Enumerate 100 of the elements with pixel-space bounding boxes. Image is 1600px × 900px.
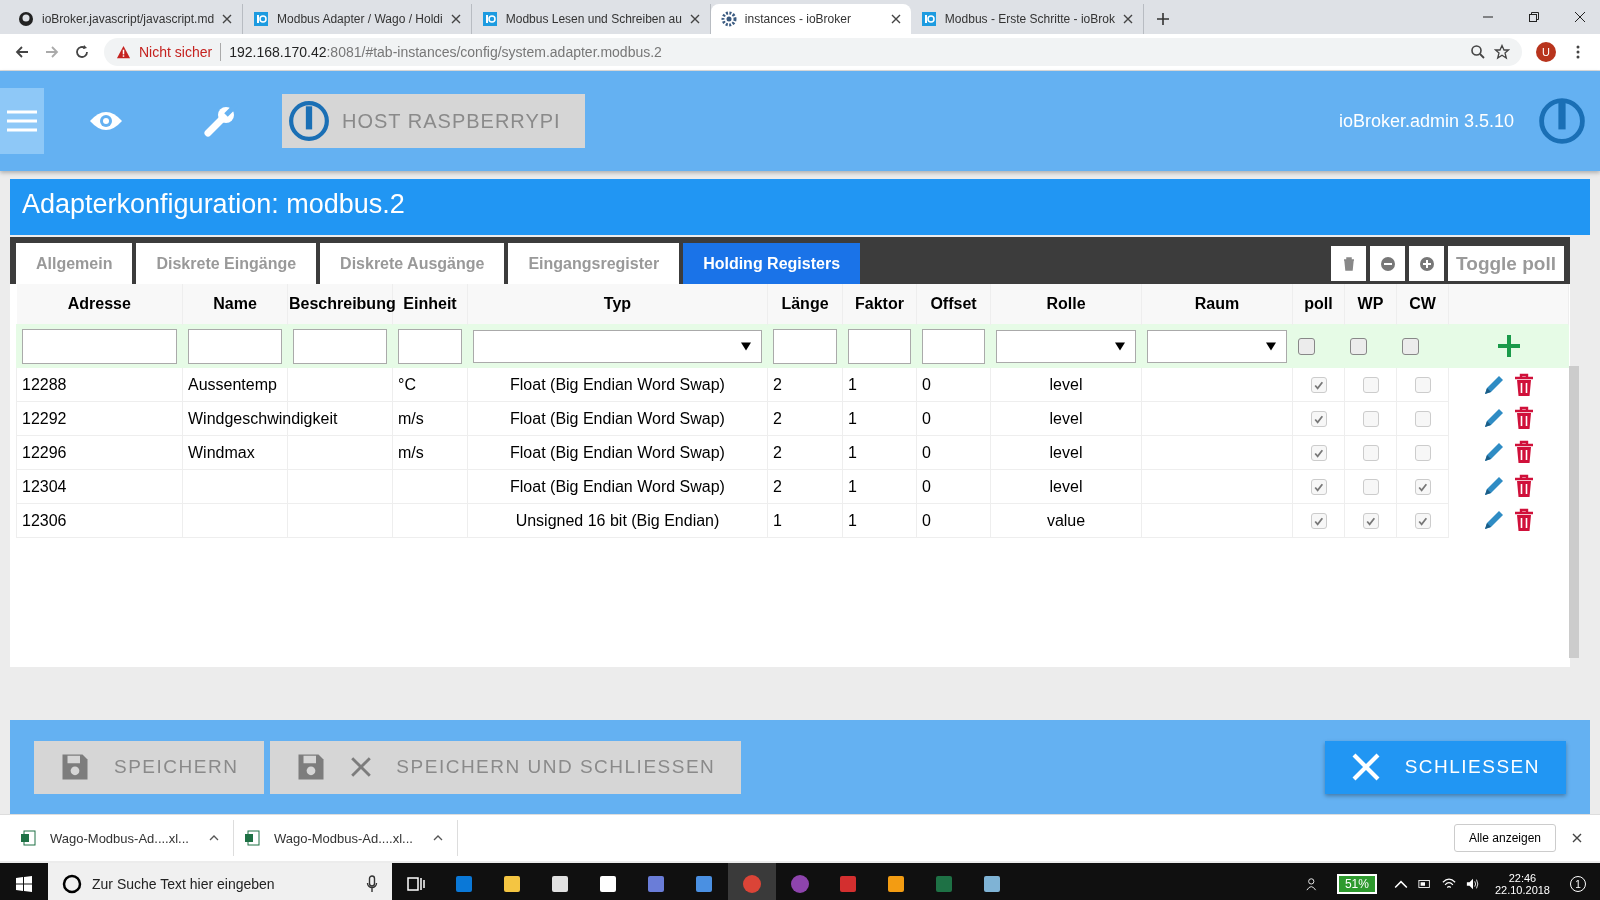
zoom-icon[interactable] xyxy=(1470,44,1486,60)
table-cell: 12292 xyxy=(22,409,67,427)
table-cell: Unsigned 16 bit (Big Endian) xyxy=(515,511,720,529)
checkbox[interactable] xyxy=(1310,513,1327,530)
table-cell: °C xyxy=(398,375,416,393)
task-view-icon[interactable] xyxy=(406,874,426,894)
column-header: Beschreibung xyxy=(287,284,393,325)
close-icon[interactable] xyxy=(890,14,901,24)
add-icon[interactable] xyxy=(1496,334,1521,358)
table-cell: Aussentemp xyxy=(188,375,277,393)
download-item[interactable]: Wago-Modbus-Ad....xl... xyxy=(10,820,234,856)
io-logo-icon xyxy=(288,100,330,142)
io-logo-icon xyxy=(1538,97,1586,145)
checkbox[interactable] xyxy=(1414,479,1431,496)
dropdown-arrow-icon xyxy=(1266,341,1276,351)
restore-icon[interactable] xyxy=(1528,11,1540,23)
checkbox[interactable] xyxy=(1414,377,1431,394)
table-cell: Float (Big Endian Word Swap) xyxy=(510,443,725,461)
tab-title: Modbus Lesen und Schreiben au xyxy=(505,12,682,26)
minus-button[interactable] xyxy=(1370,246,1406,281)
reload-icon[interactable] xyxy=(74,44,90,60)
check-icon xyxy=(1313,413,1324,425)
table-cell: level xyxy=(1049,409,1083,427)
close-icon[interactable] xyxy=(689,14,700,24)
dropdown-arrow-icon xyxy=(741,341,751,351)
table-cell: 0 xyxy=(922,477,931,495)
checkbox[interactable] xyxy=(1362,445,1379,462)
caret-icon xyxy=(432,835,443,841)
browser-tab[interactable]: instances - ioBroker xyxy=(710,4,911,34)
back-icon[interactable] xyxy=(14,44,30,60)
checkbox[interactable] xyxy=(1362,479,1379,496)
filter-checkbox[interactable] xyxy=(1350,338,1367,356)
table-cell: 2 xyxy=(773,375,782,393)
show-all-button[interactable]: Alle anzeigen xyxy=(1453,824,1556,852)
tab-title: ioBroker.javascript/javascript.md xyxy=(42,12,215,26)
check-icon xyxy=(1417,481,1428,493)
column-header: Faktor xyxy=(842,284,917,325)
column-header: Name xyxy=(182,284,288,325)
spreadsheet-icon xyxy=(20,830,36,846)
check-icon xyxy=(1313,379,1324,391)
warning-icon xyxy=(116,44,131,60)
wifi-icon[interactable] xyxy=(1441,877,1456,891)
table-cell: value xyxy=(1046,511,1086,529)
star-icon[interactable] xyxy=(1494,44,1510,60)
speaker-icon[interactable] xyxy=(1465,877,1480,891)
checkbox[interactable] xyxy=(1310,479,1327,496)
profile-avatar[interactable]: U xyxy=(1536,42,1556,62)
close-icon[interactable] xyxy=(1572,833,1582,843)
tab-title: Modbus Adapter / Wago / Holdi xyxy=(277,12,443,26)
close-button[interactable]: SCHLIESSEN xyxy=(1324,740,1566,794)
floppy-icon xyxy=(60,752,90,782)
delete-all-button[interactable] xyxy=(1331,246,1367,281)
filter-field[interactable] xyxy=(293,328,387,364)
column-header: Raum xyxy=(1141,284,1293,325)
tab-title: instances - ioBroker xyxy=(744,12,852,26)
filter-field[interactable] xyxy=(773,328,837,364)
search-field[interactable]: Zur Suche Text hier eingeben xyxy=(90,875,358,893)
close-icon[interactable] xyxy=(222,14,233,24)
close-icon[interactable] xyxy=(1122,14,1133,24)
plus-button[interactable] xyxy=(1409,246,1445,281)
checkbox[interactable] xyxy=(1310,377,1327,394)
column-header: Offset xyxy=(916,284,991,325)
checkbox[interactable] xyxy=(1414,411,1431,428)
search-bar[interactable]: Zur Suche Text hier eingeben xyxy=(48,863,392,900)
filter-field[interactable] xyxy=(848,328,911,364)
new-tab-icon[interactable] xyxy=(1155,12,1170,26)
checkbox[interactable] xyxy=(1362,411,1379,428)
table-cell: Windgeschwindigkeit xyxy=(188,409,338,427)
io-logo-icon xyxy=(920,11,937,27)
checkbox[interactable] xyxy=(1310,411,1327,428)
filter-field[interactable] xyxy=(188,328,282,364)
address-field[interactable]: Nicht sicher 192.168.170.42:8081/#tab-instances/config/system.adapter.modbus.2 xyxy=(104,38,1522,66)
close-icon[interactable] xyxy=(1574,11,1586,23)
minus-circle-icon xyxy=(1379,255,1396,272)
filter-field[interactable] xyxy=(22,328,177,364)
filter-field[interactable] xyxy=(398,328,462,364)
table-cell: 0 xyxy=(922,409,931,427)
column-header: CW xyxy=(1396,284,1449,325)
windows-icon[interactable] xyxy=(16,876,32,892)
checkbox[interactable] xyxy=(1414,445,1431,462)
filter-checkbox[interactable] xyxy=(1298,338,1315,356)
download-item[interactable]: Wago-Modbus-Ad....xl... xyxy=(233,820,458,856)
table-cell: 1 xyxy=(848,409,857,427)
table-cell: 1 xyxy=(773,511,782,529)
close-icon[interactable] xyxy=(450,14,461,24)
scrollbar[interactable] xyxy=(1569,366,1579,658)
checkbox[interactable] xyxy=(1362,377,1379,394)
filter-field[interactable] xyxy=(922,328,985,364)
checkbox[interactable] xyxy=(1414,513,1431,530)
table-cell: m/s xyxy=(398,443,424,461)
checkbox[interactable] xyxy=(1362,513,1379,530)
table-cell: 2 xyxy=(773,409,782,427)
version-label: ioBroker.admin 3.5.10 xyxy=(1338,110,1514,132)
check-icon xyxy=(1313,515,1324,527)
filter-checkbox[interactable] xyxy=(1402,338,1419,356)
checkbox[interactable] xyxy=(1310,445,1327,462)
tab[interactable]: Holding Registers xyxy=(683,243,861,284)
battery-icon[interactable] xyxy=(1417,877,1432,891)
table-cell: level xyxy=(1049,375,1083,393)
table-cell: 12296 xyxy=(22,443,67,461)
